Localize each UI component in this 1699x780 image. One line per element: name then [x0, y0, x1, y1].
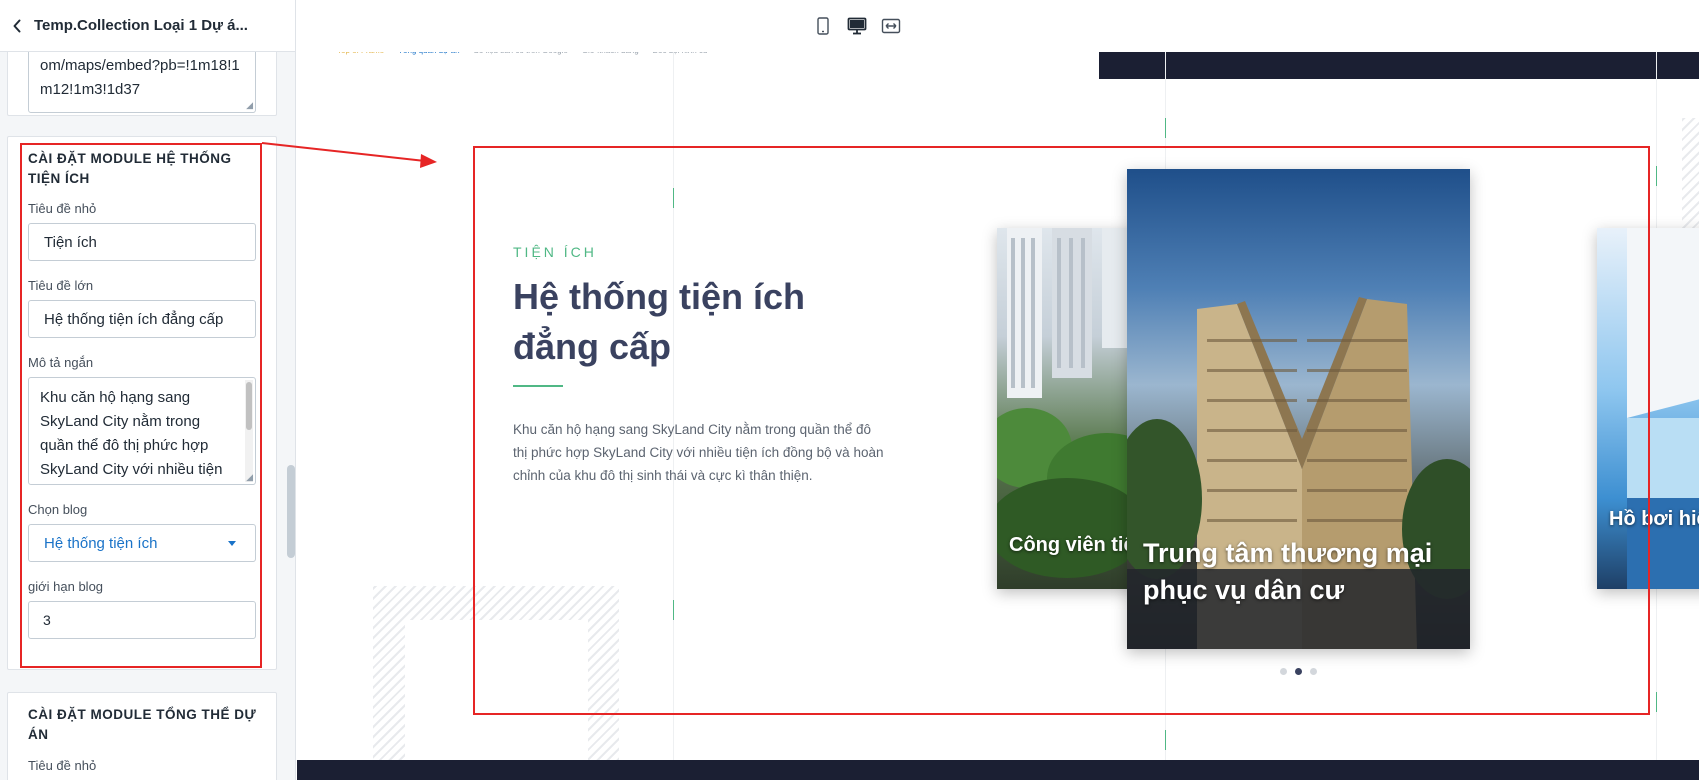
- short-desc-value: Khu căn hộ hạng sang SkyLand City nằm tr…: [40, 389, 223, 478]
- blog-select-label: Chọn blog: [28, 502, 88, 517]
- back-button[interactable]: [0, 0, 34, 52]
- blog-limit-input[interactable]: 3: [28, 601, 256, 639]
- short-desc-textarea[interactable]: Khu căn hộ hạng sang SkyLand City nằm tr…: [28, 377, 256, 485]
- resize-grip-icon[interactable]: ◢: [246, 101, 253, 110]
- grid-tick: [673, 188, 674, 208]
- chevron-left-icon: [13, 19, 21, 32]
- preview-canvas: Top of Frame Tổng quan dự án Số liệu sản…: [297, 0, 1699, 780]
- desktop-view-button[interactable]: [846, 15, 868, 37]
- panel-title: Temp.Collection Loại 1 Dự á...: [34, 17, 248, 34]
- fullwidth-view-button[interactable]: [880, 15, 902, 37]
- slider-pagination: [1280, 668, 1317, 675]
- resize-grip-icon[interactable]: ◢: [246, 473, 253, 482]
- overview-small-title-label: Tiêu đề nhỏ: [28, 758, 97, 773]
- small-title-input[interactable]: Tiện ích: [28, 223, 256, 261]
- panel-scroll-area[interactable]: om/maps/embed?pb=!1m18!1m12!1m3!1d37 ◢ C…: [0, 52, 295, 780]
- grid-tick: [673, 600, 674, 620]
- slider-dot-active[interactable]: [1295, 668, 1302, 675]
- big-title-label: Tiêu đề lớn: [28, 278, 94, 293]
- slide-card-pool[interactable]: Hồ bơi hiện đại cao cấp: [1597, 228, 1699, 589]
- textarea-scroll-thumb[interactable]: [246, 382, 252, 430]
- grid-tick: [1165, 730, 1166, 750]
- panel-scroll-thumb[interactable]: [287, 465, 295, 558]
- blog-limit-value: 3: [43, 612, 51, 628]
- big-title-input[interactable]: Hệ thống tiện ích đẳng cấp: [28, 300, 256, 338]
- slider-dot[interactable]: [1280, 668, 1287, 675]
- dark-banner-top: [1099, 52, 1699, 79]
- pool-image: [1627, 228, 1699, 589]
- map-embed-textarea[interactable]: om/maps/embed?pb=!1m18!1m12!1m3!1d37 ◢: [28, 52, 256, 113]
- expand-width-icon: [881, 18, 901, 34]
- section-kicker: TIỆN ÍCH: [513, 244, 597, 260]
- blog-limit-label: giới hạn blog: [28, 579, 104, 594]
- short-desc-label: Mô tả ngắn: [28, 355, 94, 370]
- map-embed-text: om/maps/embed?pb=!1m18!1m12!1m3!1d37: [40, 57, 240, 98]
- map-module-card: om/maps/embed?pb=!1m18!1m12!1m3!1d37 ◢: [7, 52, 277, 116]
- slide-card-mall[interactable]: Trung tâm thương mại phục vụ dân cư: [1127, 169, 1470, 649]
- grid-tick: [1656, 692, 1657, 712]
- mobile-view-button[interactable]: [812, 15, 834, 37]
- slider-dot[interactable]: [1310, 668, 1317, 675]
- caret-down-icon: [228, 540, 236, 546]
- amenities-module-card: CÀI ĐẶT MODULE HỆ THỐNG TIỆN ÍCH Tiêu đề…: [7, 136, 277, 670]
- section-heading: Hệ thống tiện ích đẳng cấp: [513, 276, 805, 367]
- slide-caption-active: Trung tâm thương mại phục vụ dân cư: [1143, 538, 1433, 605]
- dark-banner-bottom: [297, 760, 1699, 780]
- amenities-module-title: CÀI ĐẶT MODULE HỆ THỐNG TIỆN ÍCH: [28, 151, 232, 186]
- mobile-device-icon: [817, 17, 829, 35]
- desktop-monitor-icon: [847, 17, 867, 35]
- decorative-hatch-inner: [405, 620, 588, 760]
- panel-header: Temp.Collection Loại 1 Dự á...: [0, 0, 295, 52]
- slide-caption: Hồ bơi hiện đại cao cấp: [1609, 508, 1699, 530]
- textarea-scrollbar[interactable]: [245, 380, 253, 482]
- grid-tick: [1656, 166, 1657, 186]
- blog-select-value: Hệ thống tiện ích: [44, 534, 158, 552]
- small-title-value: Tiện ích: [44, 233, 97, 251]
- overview-module-title: CÀI ĐẶT MODULE TỔNG THỂ DỰ ÁN: [28, 707, 257, 742]
- grid-line: [673, 52, 674, 760]
- overview-module-card: CÀI ĐẶT MODULE TỔNG THỂ DỰ ÁN Tiêu đề nh…: [7, 692, 277, 780]
- section-description: Khu căn hộ hạng sang SkyLand City nằm tr…: [513, 422, 884, 483]
- heading-underline: [513, 385, 563, 387]
- blog-select[interactable]: Hệ thống tiện ích: [28, 524, 256, 562]
- small-title-label: Tiêu đề nhỏ: [28, 201, 97, 216]
- grid-tick: [1165, 118, 1166, 138]
- settings-panel: Temp.Collection Loại 1 Dự á... om/maps/e…: [0, 0, 296, 780]
- device-toolbar: [297, 0, 1699, 52]
- big-title-value: Hệ thống tiện ích đẳng cấp: [44, 310, 224, 328]
- panel-scrollbar[interactable]: [284, 52, 294, 780]
